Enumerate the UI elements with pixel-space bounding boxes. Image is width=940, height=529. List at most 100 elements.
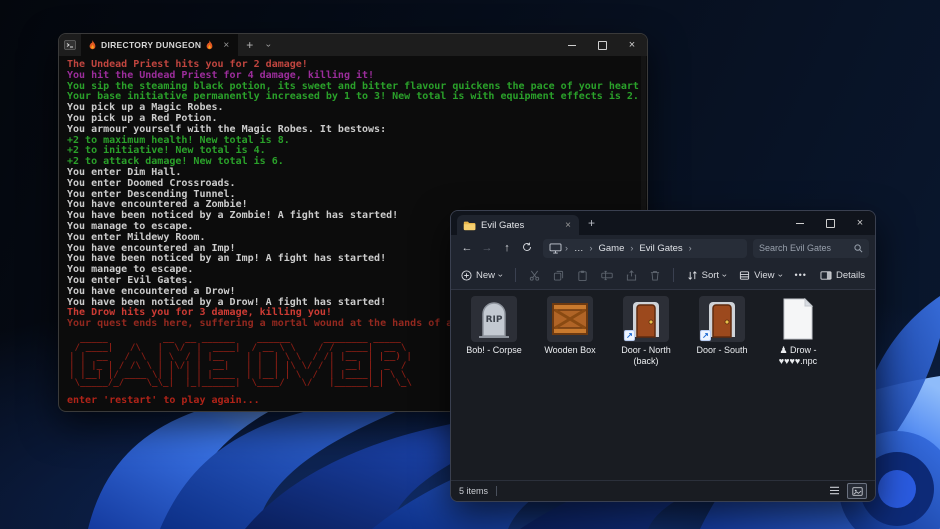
explorer-caption-buttons: × [785,211,875,235]
refresh-icon [522,242,532,252]
file-item[interactable]: ↗ Door - North (back) [611,296,681,367]
copy-button[interactable] [553,270,564,281]
sort-button[interactable]: Sort › [687,270,726,281]
file-thumbnail: RIP [471,296,517,342]
breadcrumb-segments: …›Game›Evil Gates› [571,243,692,254]
explorer-tab[interactable]: Evil Gates × [457,215,579,235]
breadcrumb-segment[interactable]: Evil Gates [636,243,685,254]
search-placeholder: Search Evil Gates [759,243,850,253]
this-pc-icon [549,243,562,254]
file-item[interactable]: RIP Bob! - Corpse [459,296,529,356]
file-thumbnail [547,296,593,342]
flame-icon [88,40,97,51]
minimize-button[interactable] [785,211,815,235]
paste-button[interactable] [577,270,588,281]
paste-icon [577,270,588,281]
file-thumbnail [775,296,821,342]
breadcrumb[interactable]: › …›Game›Evil Gates› [543,239,747,258]
search-icon [854,244,863,253]
terminal-output-line: You enter Doomed Crossroads. [67,179,647,190]
file-item[interactable]: ↗ Door - South [687,296,757,356]
chevron-down-icon: › [496,274,505,277]
view-button[interactable]: View › [739,270,781,281]
file-name: Wooden Box [544,345,595,356]
file-name: Bob! - Corpse [466,345,522,356]
explorer-toolbar: New › Sor [451,261,875,290]
chevron-down-icon: › [776,274,785,277]
breadcrumb-segment[interactable]: … [571,243,587,254]
terminal-output-line: You armour yourself with the Magic Robes… [67,125,647,136]
explorer-tab-title: Evil Gates [481,220,555,231]
file-name: Door - North (back) [612,345,680,367]
terminal-app-icon [59,34,81,56]
refresh-button[interactable] [517,242,537,255]
explorer-new-tab-button[interactable]: + [579,211,604,235]
terminal-new-tab-button[interactable]: + [238,34,261,56]
details-pane-button[interactable]: Details [820,270,865,281]
forward-button[interactable]: → [477,242,497,254]
new-button[interactable]: New › [461,270,502,281]
plus-circle-icon [461,270,472,281]
thumbnail-view-icon [852,487,863,496]
delete-button[interactable] [650,270,660,281]
view-button-label: View [754,270,774,281]
flame-icon [205,40,214,51]
file-item[interactable]: ♟ Drow - ♥♥♥♥.npc [763,296,833,367]
terminal-caption-buttons: × [557,34,647,56]
folder-icon [463,220,476,231]
details-button-label: Details [836,270,865,281]
thumbnail-view-button[interactable] [847,483,867,499]
file-item[interactable]: Wooden Box [535,296,605,356]
chevron-right-icon: › [630,243,633,253]
file-list: RIP Bob! - Corpse Wooden Box [451,290,875,494]
breadcrumb-segment[interactable]: Game [596,243,628,254]
maximize-icon [598,41,607,50]
svg-text:RIP: RIP [486,315,503,325]
trash-icon [650,270,660,281]
explorer-tab-close-icon[interactable]: × [563,220,573,231]
file-explorer-window: Evil Gates × + × ← → ↑ › …›Game›Evil Gat… [450,210,876,502]
desktop: DIRECTORY DUNGEON × + › × The Undead Pri… [0,0,940,529]
sort-icon [687,270,698,281]
close-button[interactable]: × [845,211,875,235]
terminal-titlebar[interactable]: DIRECTORY DUNGEON × + › × [59,34,647,56]
list-view-button[interactable] [825,483,843,497]
maximize-button[interactable] [587,34,617,56]
file-name: ♟ Drow - ♥♥♥♥.npc [764,345,832,367]
status-divider [496,486,497,496]
chevron-right-icon: › [565,243,568,253]
more-options-button[interactable]: ••• [795,270,807,280]
maximize-button[interactable] [815,211,845,235]
rename-button[interactable] [601,270,613,281]
new-button-label: New [476,270,495,281]
up-button[interactable]: ↑ [497,242,517,254]
minimize-icon [796,223,804,224]
explorer-titlebar[interactable]: Evil Gates × + × [451,211,875,235]
terminal-tab-close-icon[interactable]: × [221,40,231,51]
terminal-output-line: You hit the Undead Priest for 4 damage, … [67,71,647,82]
chevron-right-icon: › [689,243,692,253]
explorer-status-bar: 5 items [451,480,875,501]
minimize-button[interactable] [557,34,587,56]
list-view-icon [829,486,840,495]
items-count: 5 items [459,486,488,496]
close-icon: × [629,39,635,51]
search-box[interactable]: Search Evil Gates [753,239,869,258]
share-button[interactable] [626,270,637,281]
explorer-navigation-bar: ← → ↑ › …›Game›Evil Gates› Search Evil G… [451,235,875,261]
copy-icon [553,270,564,281]
file-name: Door - South [696,345,747,356]
toolbar-divider [673,268,674,282]
cut-button[interactable] [529,270,540,281]
tombstone-icon: RIP [477,300,511,338]
terminal-tab[interactable]: DIRECTORY DUNGEON × [81,34,238,56]
back-button[interactable]: ← [457,242,477,254]
toolbar-divider [515,268,516,282]
close-button[interactable]: × [617,34,647,56]
document-icon [781,298,815,340]
chevron-down-icon: › [720,274,729,277]
file-thumbnail: ↗ [623,296,669,342]
minimize-icon [568,45,576,46]
view-toggles [825,483,867,499]
terminal-tab-dropdown-button[interactable]: › [261,34,276,56]
